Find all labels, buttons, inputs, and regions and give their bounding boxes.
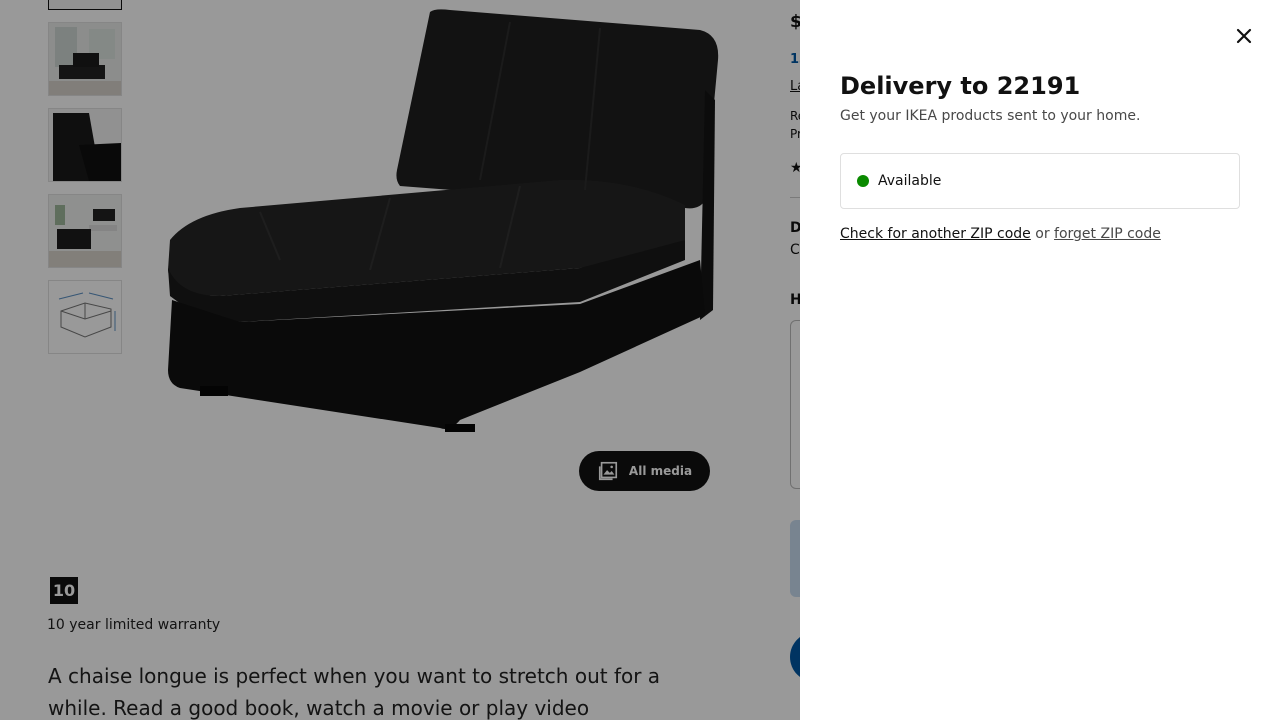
availability-status: Available [878,173,942,189]
check-another-zip-link[interactable]: Check for another ZIP code [840,226,1031,242]
product-page: All media 10 10 year limited warranty A … [0,0,1280,720]
delivery-panel: Delivery to 22191 Get your IKEA products… [800,0,1280,720]
zip-actions: Check for another ZIP code or forget ZIP… [840,226,1161,242]
close-icon [1236,28,1252,44]
panel-title: Delivery to 22191 [840,72,1081,100]
panel-subtitle: Get your IKEA products sent to your home… [840,108,1141,124]
available-status-dot [857,175,869,187]
availability-box: Available [840,153,1240,209]
close-button[interactable] [1232,24,1256,48]
forget-zip-link[interactable]: forget ZIP code [1054,226,1161,242]
or-text: or [1035,226,1050,242]
